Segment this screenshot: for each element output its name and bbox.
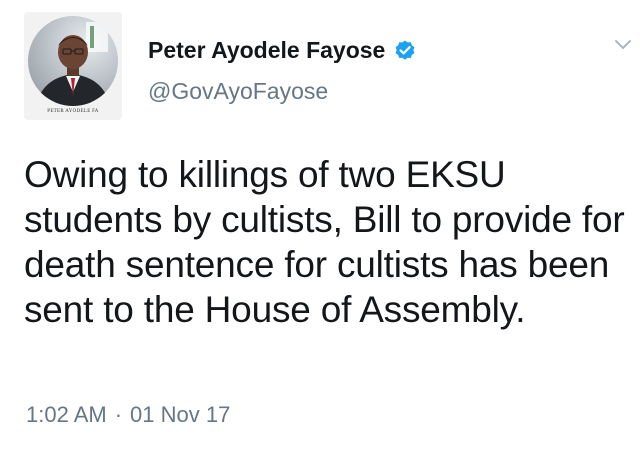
verified-badge-icon	[393, 38, 417, 62]
avatar-caption: PETER AYODELE FA	[47, 109, 99, 114]
author-name-row: Peter Ayodele Fayose	[148, 38, 417, 62]
tweet-text: Owing to killings of two EKSU students b…	[24, 154, 625, 330]
avatar-photo	[28, 16, 118, 106]
tweet-timestamp[interactable]: 1:02 AM · 01 Nov 17	[26, 401, 230, 429]
tweet-card: PETER AYODELE FA Peter Ayodele Fayose @G…	[0, 0, 640, 456]
avatar[interactable]: PETER AYODELE FA	[24, 12, 122, 120]
portrait-graphic	[36, 22, 110, 106]
chevron-down-icon[interactable]	[612, 34, 634, 56]
tweet-time: 1:02 AM	[26, 402, 107, 427]
timestamp-separator: ·	[114, 402, 123, 427]
tweet-date: 01 Nov 17	[130, 402, 231, 427]
author-handle[interactable]: @GovAyoFayose	[148, 78, 328, 104]
author-display-name[interactable]: Peter Ayodele Fayose	[148, 38, 385, 62]
